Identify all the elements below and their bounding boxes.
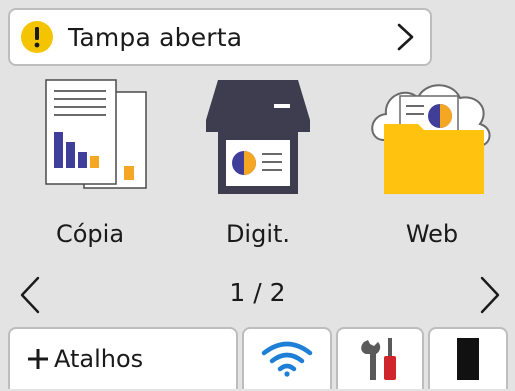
wifi-button[interactable] xyxy=(242,327,332,389)
shortcuts-label: Atalhos xyxy=(54,345,144,373)
status-notification-button[interactable]: Tampa aberta xyxy=(8,8,432,66)
page-navigation: 1 / 2 xyxy=(0,268,515,320)
web-icon xyxy=(371,84,491,194)
ink-level-button[interactable] xyxy=(428,327,508,389)
chevron-right-icon xyxy=(397,23,414,51)
app-scan-button[interactable]: Digit. xyxy=(188,74,328,264)
app-scan-label: Digit. xyxy=(225,220,291,248)
ink-level-icon xyxy=(457,338,479,380)
copy-icon xyxy=(45,79,147,189)
warning-icon xyxy=(21,21,53,53)
tools-icon xyxy=(361,338,396,380)
settings-tools-button[interactable] xyxy=(336,327,424,389)
plus-icon xyxy=(28,349,48,369)
scan-icon xyxy=(206,80,310,194)
chevron-right-icon[interactable] xyxy=(476,274,506,316)
status-message: Tampa aberta xyxy=(68,22,243,52)
app-copy-button[interactable]: Cópia xyxy=(20,74,160,264)
page-indicator: 1 / 2 xyxy=(229,278,286,307)
shortcuts-button[interactable]: Atalhos xyxy=(8,327,238,389)
wifi-icon xyxy=(261,341,313,377)
app-web-button[interactable]: Web xyxy=(362,74,502,264)
app-web-label: Web xyxy=(405,220,459,248)
app-copy-label: Cópia xyxy=(55,220,125,248)
